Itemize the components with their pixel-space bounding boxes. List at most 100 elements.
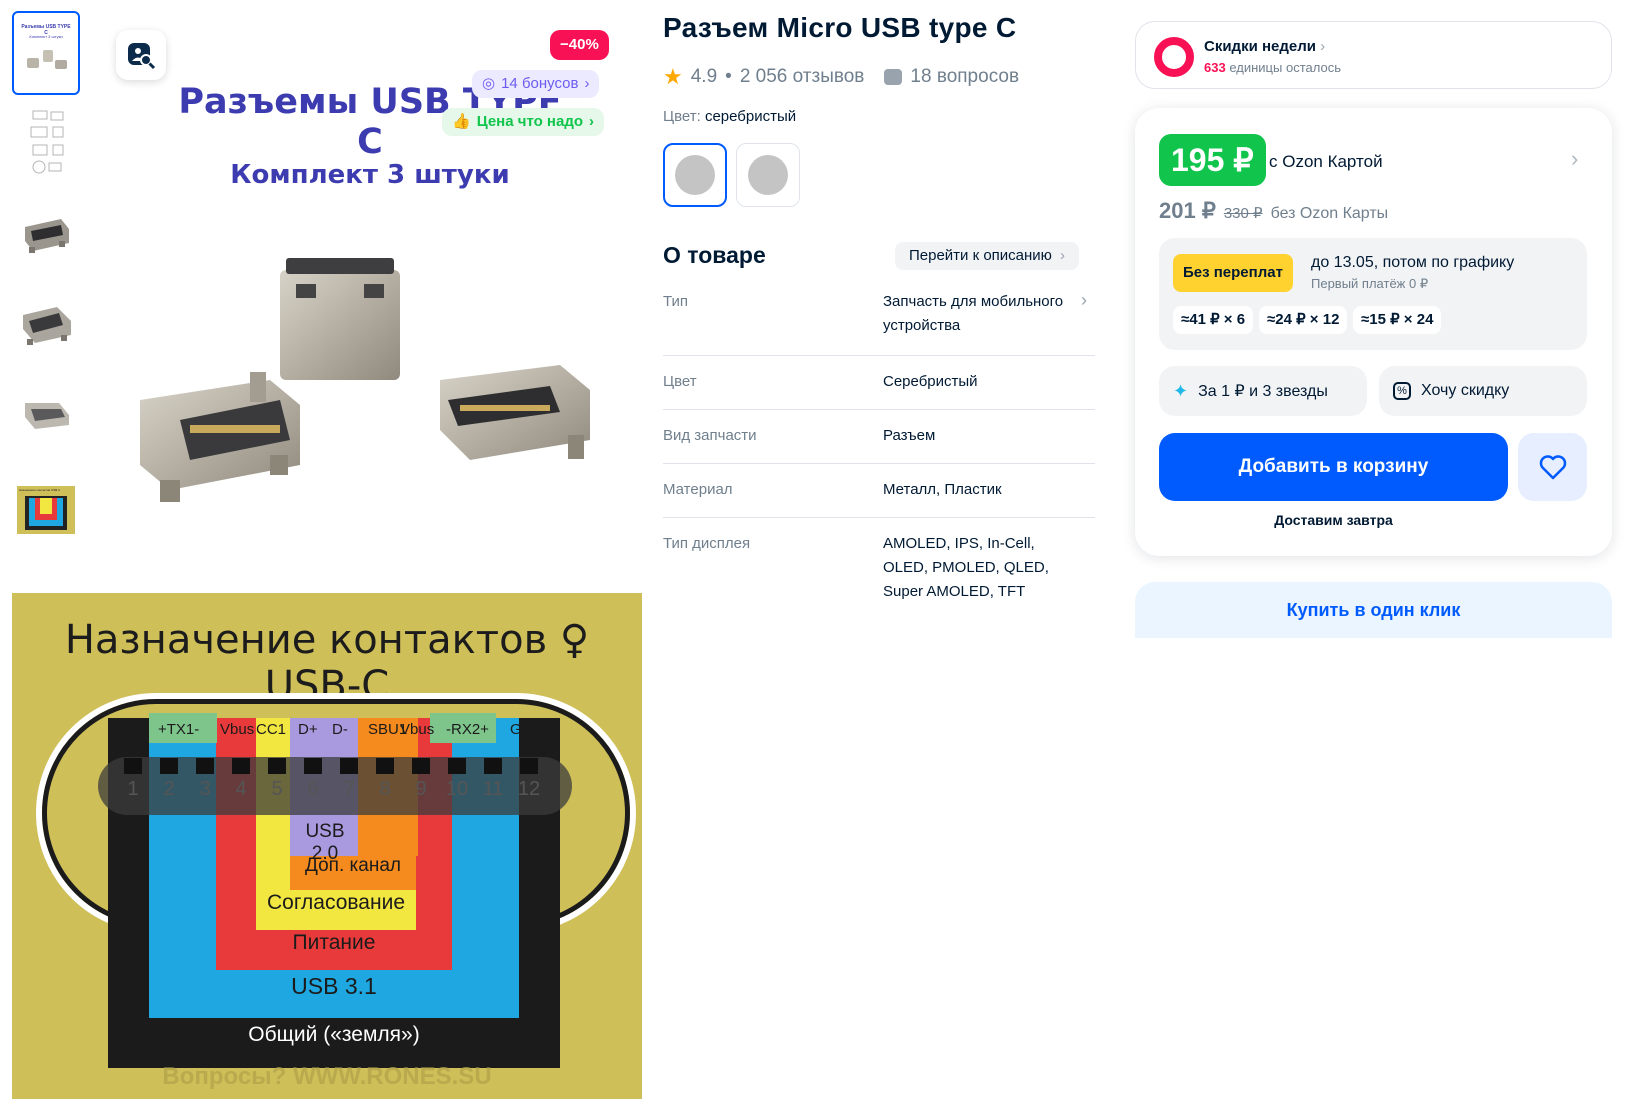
- spec-value: AMOLED, IPS, In-Cell, OLED, PMOLED, QLED…: [883, 535, 1049, 600]
- installment-block[interactable]: Без переплат до 13.05, потом по графику …: [1159, 238, 1587, 350]
- plan-chip-24[interactable]: ≈15 ₽ × 24: [1353, 306, 1442, 334]
- spec-value: Разъем: [883, 427, 936, 444]
- pin-pad: [232, 758, 250, 774]
- spec-key: Материал: [663, 481, 733, 498]
- reviews-link[interactable]: 2 056 отзывов: [740, 66, 865, 88]
- color-swatch[interactable]: [736, 143, 800, 207]
- pin-number: 1: [127, 778, 139, 800]
- pin-pad: [520, 758, 538, 774]
- pin-number: 9: [415, 778, 427, 800]
- good-price-badge[interactable]: 👍 Цена что надо ›: [442, 108, 605, 136]
- spec-key: Цвет: [663, 373, 697, 390]
- first-payment: Первый платёж 0 ₽: [1311, 276, 1429, 291]
- bonus-badge[interactable]: ◎ 14 бонусов ›: [472, 70, 600, 98]
- delivery-text: Доставим завтра: [1274, 512, 1393, 528]
- color-swatch-selected[interactable]: [663, 143, 727, 207]
- weekly-deals-banner[interactable]: Скидки недели › 633 единицы осталось: [1135, 21, 1612, 89]
- sparkle-icon: ✦: [1173, 380, 1189, 401]
- connector-thumb-image: [23, 307, 71, 345]
- thumbnail-4[interactable]: [12, 283, 80, 367]
- zone-negotiation: Согласование: [267, 891, 405, 914]
- pin-pad: [484, 758, 502, 774]
- rating-row[interactable]: ★ 4.9 • 2 056 отзывов 18 вопросов: [663, 64, 1019, 90]
- pinout-watermark: Вопросы? WWW.RONES.SU: [162, 1063, 492, 1090]
- spec-key: Тип дисплея: [663, 535, 751, 552]
- pin-pad: [196, 758, 214, 774]
- thumbnail-3[interactable]: [12, 193, 80, 277]
- spec-row: Материал Металл, Пластик: [663, 464, 1095, 518]
- image-search-button[interactable]: [116, 30, 166, 80]
- card-price-label: с Ozon Картой: [1269, 152, 1383, 171]
- zone-power: Питание: [292, 931, 376, 954]
- swatch-dot: [748, 155, 788, 195]
- pin-pad: [376, 758, 394, 774]
- thumbnail-2[interactable]: [12, 103, 80, 187]
- weekly-count: 633: [1204, 60, 1226, 75]
- product-title: Разъем Micro USB type C: [663, 12, 1017, 43]
- thumb-subtitle: Комплект 3 штуки: [29, 34, 63, 39]
- plan-chip-12[interactable]: ≈24 ₽ × 12: [1259, 306, 1348, 334]
- pin-number: 4: [235, 778, 247, 800]
- want-discount-button[interactable]: % Хочу скидку: [1379, 366, 1587, 416]
- thumbnail-6[interactable]: Назначение контактов USB-C: [12, 480, 80, 540]
- rating-value: 4.9: [690, 66, 718, 87]
- weekly-remaining-text: единицы осталось: [1229, 60, 1341, 75]
- pin-pad: [412, 758, 430, 774]
- image-subtitle: Комплект 3 штуки: [230, 160, 510, 190]
- weekly-remaining: 633 единицы осталось: [1204, 60, 1341, 75]
- color-label-value: серебристый: [704, 108, 797, 125]
- questions-link[interactable]: 18 вопросов: [910, 66, 1019, 88]
- pin-label: Gnd: [110, 721, 139, 738]
- zone-extra-channel: Доп. канал: [305, 855, 401, 876]
- pin-label: D+: [298, 721, 318, 738]
- percent-icon: %: [1393, 382, 1411, 400]
- want-discount-label: Хочу скидку: [1421, 382, 1510, 399]
- pin-pad: [448, 758, 466, 774]
- pin-number: 3: [199, 778, 211, 800]
- question-icon: [884, 69, 903, 85]
- pin-pad: [160, 758, 178, 774]
- no-card-label: без Ozon Карты: [1270, 205, 1389, 222]
- thumb-title: Назначение контактов USB-C: [19, 488, 61, 492]
- stars-offer-label: За 1 ₽ и 3 звезды: [1198, 383, 1328, 400]
- pin-label: Vbus: [220, 721, 255, 738]
- pin-label: D-: [332, 721, 348, 738]
- pin-number: 6: [307, 778, 319, 800]
- dot-separator: •: [725, 66, 732, 87]
- spec-key: Тип: [663, 293, 689, 310]
- chevron-right-icon[interactable]: ›: [1571, 146, 1578, 172]
- plan-chip-6[interactable]: ≈41 ₽ × 6: [1173, 306, 1254, 334]
- drawing-thumb-image: [30, 110, 64, 174]
- chevron-right-icon: ›: [1320, 38, 1326, 55]
- pin-label: -RX2+: [446, 721, 489, 738]
- regular-price: 201 ₽: [1159, 198, 1216, 223]
- swatch-dot: [675, 155, 715, 195]
- image-search-icon: [128, 43, 156, 70]
- pinout-image[interactable]: Назначение контактов ♀ USB-C Gnd +TX1- Vbu…: [12, 593, 642, 1099]
- zone-usb31: USB 3.1: [291, 973, 377, 999]
- spec-row: Цвет Серебристый: [663, 356, 1095, 410]
- goto-description-button[interactable]: Перейти к описанию ›: [895, 242, 1079, 270]
- pin-number: 8: [379, 778, 391, 800]
- pin-number: 2: [163, 778, 175, 800]
- color-label: Цвет: серебристый: [663, 108, 796, 125]
- favorite-button[interactable]: [1518, 433, 1587, 501]
- spec-value: Серебристый: [883, 373, 978, 390]
- pin-label: +TX1-: [158, 721, 200, 738]
- pin-label: CC1: [256, 721, 287, 738]
- pin-number: 5: [271, 778, 283, 800]
- heart-icon: [1539, 455, 1566, 480]
- installment-until: до 13.05, потом по графику: [1311, 254, 1515, 271]
- weekly-title-text: Скидки недели: [1204, 38, 1316, 55]
- star-icon: ★: [663, 64, 683, 89]
- stars-offer-button[interactable]: ✦ За 1 ₽ и 3 звезды: [1159, 366, 1367, 416]
- spec-row[interactable]: Тип Запчасть для мобильного устройства ›: [663, 290, 1095, 356]
- thumbnail-1[interactable]: Разъемы USB TYPE C Комплект 3 штуки: [12, 11, 80, 95]
- no-overpay-badge: Без переплат: [1173, 254, 1293, 292]
- buy-one-click-button[interactable]: Купить в один клик: [1135, 582, 1612, 638]
- add-to-cart-button[interactable]: Добавить в корзину: [1159, 433, 1508, 501]
- thumbnail-5[interactable]: [12, 373, 80, 457]
- pin-pad: [124, 758, 142, 774]
- card-price: 195 ₽: [1159, 134, 1266, 186]
- spec-value: Запчасть для мобильного устройства: [883, 293, 1064, 334]
